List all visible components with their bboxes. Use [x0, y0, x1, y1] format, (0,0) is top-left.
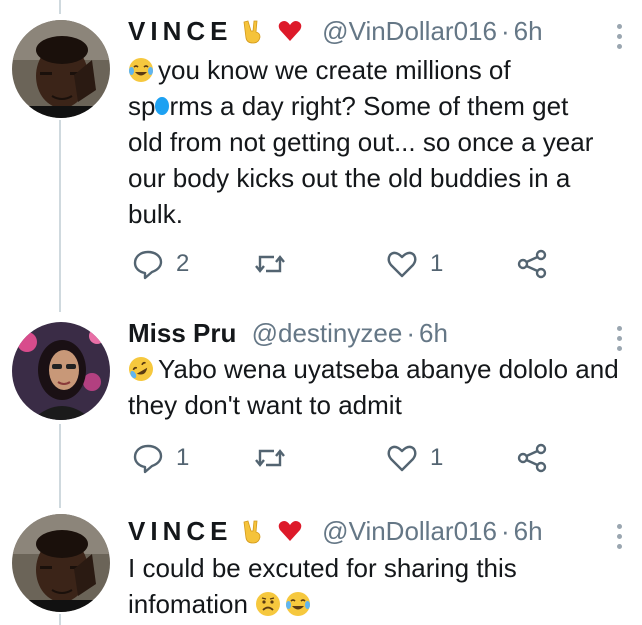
rolling-on-floor-laughing-icon — [128, 356, 154, 382]
share-button[interactable] — [516, 246, 548, 282]
share-icon — [517, 249, 547, 279]
victory-hand-icon — [240, 18, 266, 44]
red-heart-icon — [277, 18, 303, 44]
tweet-text-line: old from not getting out... so once a ye… — [128, 127, 594, 229]
timestamp[interactable]: 6h — [419, 318, 448, 348]
author-name[interactable]: VINCE — [128, 516, 232, 546]
censor-blot — [155, 97, 170, 115]
tweet-text-line: rms a day right? Some of them get — [169, 91, 569, 121]
tweet-text-content: I could be excuted for sharing this info… — [128, 553, 517, 619]
red-heart-icon — [277, 518, 303, 544]
more-options-icon[interactable] — [614, 24, 624, 54]
timestamp[interactable]: 6h — [514, 16, 543, 46]
tweet-header: VINCE @VinDollar016 · 6h — [128, 516, 543, 546]
tweet[interactable]: Miss Pru @destinyzee · 6h Yabo wena uyatse… — [0, 308, 642, 498]
timestamp[interactable]: 6h — [514, 516, 543, 546]
retweet-button[interactable] — [254, 246, 286, 282]
tweet-header: Miss Pru @destinyzee · 6h — [128, 318, 448, 348]
avatar[interactable] — [12, 322, 110, 420]
tweet-header: VINCE @VinDollar016 · 6h — [128, 16, 543, 46]
tweet[interactable]: VINCE @VinDollar016 · 6h I could be excute… — [0, 500, 642, 625]
heart-icon — [387, 445, 417, 472]
reply-button[interactable]: 1 — [132, 440, 189, 476]
share-icon — [517, 443, 547, 473]
share-button[interactable] — [516, 440, 548, 476]
tweet-text-line: sp — [128, 91, 156, 121]
tweet-actions: 1 1 — [128, 440, 568, 476]
retweet-button[interactable] — [254, 440, 286, 476]
reply-icon — [133, 444, 163, 474]
like-count: 1 — [430, 250, 444, 277]
like-count: 1 — [430, 444, 444, 471]
author-handle[interactable]: @destinyzee — [252, 318, 403, 348]
author-handle[interactable]: @VinDollar016 — [322, 16, 497, 46]
retweet-icon — [255, 449, 285, 467]
reply-count: 1 — [176, 444, 190, 471]
author-handle[interactable]: @VinDollar016 — [322, 516, 497, 546]
tweet[interactable]: VINCE @VinDollar016 · 6h you know we creat… — [0, 0, 642, 300]
tweet-actions: 2 1 — [128, 246, 568, 282]
reply-count: 2 — [176, 250, 190, 277]
tears-of-joy-icon — [128, 57, 154, 83]
avatar[interactable] — [12, 514, 110, 612]
like-button[interactable]: 1 — [386, 440, 443, 476]
author-name[interactable]: Miss Pru — [128, 318, 236, 348]
heart-icon — [387, 251, 417, 278]
avatar[interactable] — [12, 20, 110, 118]
reply-button[interactable]: 2 — [132, 246, 189, 282]
retweet-icon — [255, 255, 285, 273]
tweet-text: I could be excuted for sharing this info… — [128, 550, 558, 622]
reply-icon — [133, 250, 163, 280]
tweet-text-line: you know we create millions of — [158, 55, 511, 85]
tears-of-joy-icon — [285, 591, 311, 617]
tweet-text: you know we create millions of sp rms a d… — [128, 52, 628, 232]
tweet-text: Yabo wena uyatseba abanye dololo and the… — [128, 351, 628, 423]
victory-hand-icon — [240, 518, 266, 544]
like-button[interactable]: 1 — [386, 246, 443, 282]
worried-face-icon — [255, 591, 281, 617]
tweet-text-content: Yabo wena uyatseba abanye dololo and the… — [128, 354, 619, 420]
author-name[interactable]: VINCE — [128, 16, 232, 46]
more-options-icon[interactable] — [614, 524, 624, 554]
